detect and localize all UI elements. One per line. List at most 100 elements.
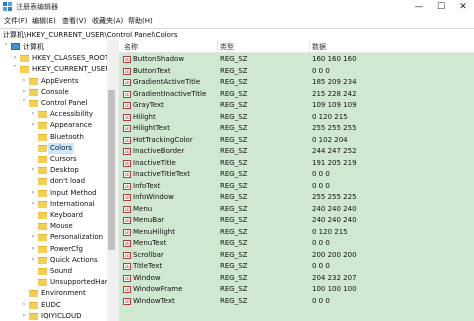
tree-item-powercfg[interactable]: › PowerCfg [0, 244, 107, 255]
chevron-right-icon[interactable]: › [29, 121, 37, 128]
tree-item-accessibility[interactable]: › Accessibility [0, 109, 107, 120]
tree-item-colors[interactable]: Colors [0, 142, 107, 154]
address-path[interactable]: 计算机\HKEY_CURRENT_USER\Control Panel\Colo… [3, 30, 178, 40]
value-row[interactable]: ab MenuText REG_SZ 0 0 0 [119, 238, 474, 249]
tree-item-appevents[interactable]: › AppEvents [0, 76, 107, 87]
folder-icon [38, 189, 47, 197]
chevron-down-icon[interactable]: ˅ [2, 43, 10, 50]
value-row[interactable]: ab ButtonShadow REG_SZ 160 160 160 [119, 54, 474, 65]
value-row[interactable]: ab Hilight REG_SZ 0 120 215 [119, 112, 474, 123]
tree-item-label: International [50, 199, 95, 208]
tree-item-hkey-classes-root[interactable]: › HKEY_CLASSES_ROOT [0, 53, 109, 64]
value-row[interactable]: ab InfoText REG_SZ 0 0 0 [119, 181, 474, 192]
value-row[interactable]: ab TitleText REG_SZ 0 0 0 [119, 261, 474, 272]
value-type: REG_SZ [220, 78, 248, 86]
string-value-icon: ab [123, 228, 131, 236]
tree-item-desktop[interactable]: › Desktop [0, 165, 107, 176]
tree-item-console[interactable]: › Console [0, 87, 107, 98]
menu-view[interactable]: 查看(V) [62, 16, 86, 26]
maximize-button[interactable]: ☐ [430, 0, 452, 14]
tree-scrollbar[interactable] [107, 40, 116, 321]
tree-item-label: Appearance [50, 121, 93, 130]
column-header-type[interactable]: 类型 [220, 42, 234, 52]
tree-item-cursors[interactable]: Cursors [0, 154, 107, 165]
chevron-right-icon[interactable]: › [29, 256, 37, 263]
tree-item-hkey-current-user[interactable]: ˅ HKEY_CURRENT_USER [0, 64, 110, 75]
tree-item-don-t-load[interactable]: don't load [0, 176, 107, 187]
chevron-down-icon[interactable]: ˅ [20, 99, 28, 106]
chevron-right-icon[interactable]: › [29, 233, 37, 240]
folder-icon [38, 234, 47, 242]
tree-item-input-method[interactable]: › Input Method [0, 188, 107, 199]
value-row[interactable]: ab ButtonText REG_SZ 0 0 0 [119, 66, 474, 77]
value-row[interactable]: ab GradientActiveTitle REG_SZ 185 209 234 [119, 77, 474, 88]
menu-edit[interactable]: 编辑(E) [32, 16, 56, 26]
column-divider[interactable] [217, 40, 218, 52]
value-row[interactable]: ab Scrollbar REG_SZ 200 200 200 [119, 250, 474, 261]
value-type: REG_SZ [220, 285, 248, 293]
menu-favorites[interactable]: 收藏夹(A) [92, 16, 123, 26]
tree-item-iqiyicloud[interactable]: › IQIYICLOUD [0, 311, 107, 321]
column-header-data[interactable]: 数据 [312, 42, 326, 52]
tree-item-eudc[interactable]: › EUDC [0, 300, 107, 311]
chevron-right-icon[interactable]: › [20, 88, 28, 95]
value-row[interactable]: ab Window REG_SZ 204 232 207 [119, 273, 474, 284]
folder-icon [29, 88, 38, 96]
string-value-icon: ab [123, 240, 131, 247]
tree-item-quick-actions[interactable]: › Quick Actions [0, 255, 107, 266]
value-data: 240 240 240 [312, 204, 357, 213]
value-row[interactable]: ab InactiveTitleText REG_SZ 0 0 0 [119, 169, 474, 180]
tree-item-unsupportedhard[interactable]: UnsupportedHard [0, 277, 112, 288]
tree-scroll-thumb[interactable] [108, 90, 115, 250]
tree-item-personalization[interactable]: › Personalization [0, 232, 107, 243]
chevron-right-icon[interactable]: › [20, 77, 28, 84]
tree-item-environment[interactable]: Environment [0, 288, 107, 299]
chevron-right-icon[interactable]: › [29, 166, 37, 173]
chevron-right-icon[interactable]: › [20, 301, 28, 308]
menu-help[interactable]: 帮助(H) [128, 16, 153, 26]
chevron-right-icon[interactable]: › [29, 245, 37, 252]
folder-icon [38, 178, 47, 186]
value-row[interactable]: ab InactiveBorder REG_SZ 244 247 252 [119, 146, 474, 157]
value-row[interactable]: ab InactiveTitle REG_SZ 191 205 219 [119, 158, 474, 169]
tree-item-appearance[interactable]: › Appearance [0, 120, 107, 131]
value-row[interactable]: ab WindowFrame REG_SZ 100 100 100 [119, 284, 474, 295]
tree-item-international[interactable]: › International [0, 199, 107, 210]
string-value-icon: ab [123, 125, 131, 132]
folder-icon [38, 156, 47, 163]
tree-item-mouse[interactable]: Mouse [0, 221, 107, 232]
minimize-button[interactable]: — [408, 0, 430, 14]
menu-file[interactable]: 文件(F) [4, 16, 28, 26]
value-row[interactable]: ab HotTrackingColor REG_SZ 0 102 204 [119, 135, 474, 146]
folder-icon [38, 245, 47, 253]
chevron-right-icon[interactable]: › [29, 110, 37, 117]
chevron-right-icon[interactable]: › [29, 189, 37, 196]
tree-item-control-panel[interactable]: ˅ Control Panel [0, 98, 107, 109]
value-name: MenuBar [133, 216, 165, 224]
key-tree[interactable]: ˅ 计算机 › HKEY_CLASSES_ROOT ˅ HKEY_CURRENT_USER… [0, 40, 116, 321]
close-button[interactable]: ✕ [452, 0, 474, 14]
value-row[interactable]: ab HilightText REG_SZ 255 255 255 [119, 123, 474, 134]
value-row[interactable]: ab MenuBar REG_SZ 240 240 240 [119, 215, 474, 226]
value-name: WindowFrame [133, 285, 183, 293]
chevron-down-icon[interactable]: ˅ [11, 65, 19, 72]
value-type: REG_SZ [220, 147, 248, 155]
value-row[interactable]: ab WindowText REG_SZ 0 0 0 [119, 296, 474, 307]
value-row[interactable]: ab GradientInactiveTitle REG_SZ 215 228 242 [119, 89, 474, 100]
chevron-right-icon[interactable]: › [20, 312, 28, 319]
value-row[interactable]: ab InfoWindow REG_SZ 255 255 225 [119, 192, 474, 203]
column-header-name[interactable]: 名称 [124, 42, 138, 52]
value-row[interactable]: ab GrayText REG_SZ 109 109 109 [119, 100, 474, 111]
chevron-right-icon[interactable]: › [11, 54, 19, 61]
tree-item-keyboard[interactable]: Keyboard [0, 210, 107, 221]
value-name: TitleText [133, 262, 163, 270]
tree-item-bluetooth[interactable]: Bluetooth [0, 132, 107, 143]
value-row[interactable]: ab MenuHilight REG_SZ 0 120 215 [119, 227, 474, 238]
values-list[interactable]: 名称 类型 数据 ab ButtonShadow REG_SZ 160 160 160… [119, 40, 474, 321]
tree-item-sound[interactable]: Sound [0, 266, 107, 277]
string-value-icon: ab [123, 217, 131, 224]
value-row[interactable]: ab Menu REG_SZ 240 240 240 [119, 204, 474, 215]
tree-item-计算机[interactable]: ˅ 计算机 [0, 42, 107, 53]
chevron-right-icon[interactable]: › [29, 200, 37, 207]
column-divider[interactable] [309, 40, 310, 52]
